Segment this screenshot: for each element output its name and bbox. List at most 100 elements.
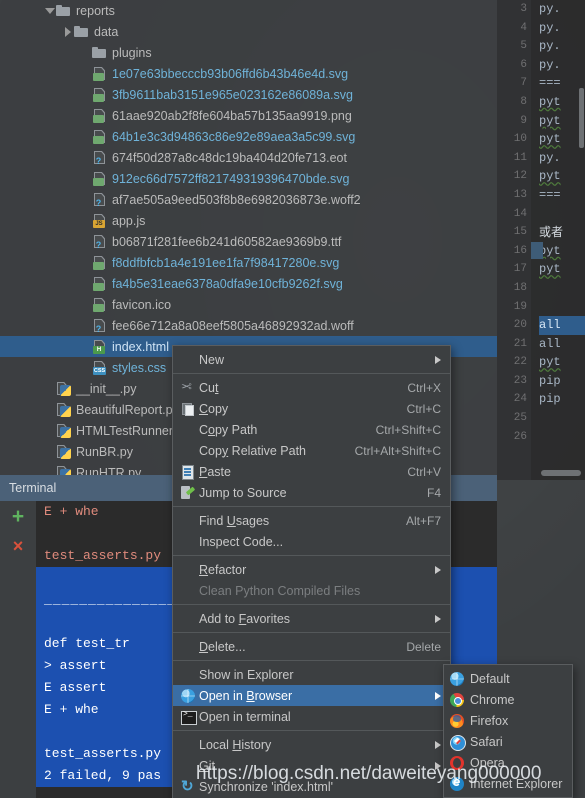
browser-item-safari[interactable]: Safari: [444, 731, 572, 752]
code-line[interactable]: [539, 428, 585, 447]
tree-row[interactable]: data: [0, 21, 497, 42]
file-context-menu[interactable]: New Cut Ctrl+X Copy Ctrl+C Copy Path Ctrl+Shif…: [172, 345, 451, 798]
menu-item-clean-python-compiled-files: Clean Python Compiled Files: [173, 580, 450, 601]
tree-row[interactable]: ? fee66e712a8a08eef5805a46892932ad.woff: [0, 315, 497, 336]
image-badge: [93, 94, 104, 102]
image-file-icon: [92, 87, 107, 102]
editor-horizontal-scrollbar[interactable]: [541, 470, 581, 476]
menu-item-shortcut: Ctrl+V: [407, 464, 441, 479]
tree-row[interactable]: fa4b5e31eae6378a0dfa9e10cfb9262f.svg: [0, 273, 497, 294]
menu-item-shortcut: Ctrl+Alt+Shift+C: [354, 443, 441, 458]
tree-row[interactable]: f8ddfbfcb1a4e191ee1fa7f98417280e.svg: [0, 252, 497, 273]
menu-item-copy-path[interactable]: Copy Path Ctrl+Shift+C: [173, 419, 450, 440]
browser-item-default[interactable]: Default: [444, 668, 572, 689]
submenu-arrow-icon: [435, 740, 441, 749]
ide-window: reports data plugins 1e07e63bbecccb93b06ffd…: [0, 0, 585, 798]
line-number: 17: [513, 263, 527, 276]
line-number: 3: [520, 3, 527, 15]
menu-item-delete[interactable]: Delete... Delete: [173, 636, 450, 657]
code-line[interactable]: [539, 298, 585, 317]
code-line[interactable]: all: [539, 335, 585, 354]
python-snake-glyph: [60, 385, 71, 396]
menu-item-open-in-terminal[interactable]: Open in terminal: [173, 706, 450, 727]
tree-row[interactable]: 912ec66d7572ff821749319396470bde.svg: [0, 168, 497, 189]
tree-row[interactable]: 64b1e3c3d94863c86e92e89aea3a5c99.svg: [0, 126, 497, 147]
tree-row[interactable]: JS app.js: [0, 210, 497, 231]
code-line[interactable]: py.: [539, 56, 585, 75]
editor-code-area[interactable]: py. py. py. py. === pyt pyt pyt py. pyt === 或者 pyt py…: [539, 0, 585, 480]
code-line[interactable]: pyt: [539, 242, 585, 261]
tree-row[interactable]: ? af7ae505a9eed503f8b8e6982036873e.woff2: [0, 189, 497, 210]
code-line[interactable]: pip: [539, 372, 585, 391]
menu-item-show-in-explorer[interactable]: Show in Explorer: [173, 664, 450, 685]
menu-item-cut[interactable]: Cut Ctrl+X: [173, 377, 450, 398]
chevron-down-icon[interactable]: [43, 4, 56, 17]
tree-row[interactable]: ? 674f50d287a8c48dc19ba404d20fe713.eot: [0, 147, 497, 168]
close-terminal-session-button[interactable]: ×: [0, 531, 36, 561]
open-in-browser-submenu[interactable]: Default Chrome Firefox Safari Opera Internet …: [443, 664, 573, 798]
code-line[interactable]: py.: [539, 19, 585, 38]
menu-item-label: Synchronize 'index.html': [199, 779, 334, 794]
code-line[interactable]: pyt: [539, 167, 585, 186]
chevron-right-icon[interactable]: [61, 25, 74, 38]
menu-item-copy-relative-path[interactable]: Copy Relative Path Ctrl+Alt+Shift+C: [173, 440, 450, 461]
menu-separator: [173, 730, 450, 731]
python-file-icon: [56, 381, 71, 396]
code-line[interactable]: [539, 409, 585, 428]
menu-item-label: Show in Explorer: [199, 667, 294, 682]
tree-row[interactable]: plugins: [0, 42, 497, 63]
code-line[interactable]: pyt: [539, 260, 585, 279]
line-number: 5: [520, 40, 527, 53]
menu-item-shortcut: Delete: [406, 639, 441, 654]
internet-explorer-icon: [449, 774, 466, 792]
menu-item-paste[interactable]: Paste Ctrl+V: [173, 461, 450, 482]
browser-item-chrome[interactable]: Chrome: [444, 689, 572, 710]
tree-row[interactable]: 3fb9611bab3151e965e023162e86089a.svg: [0, 84, 497, 105]
browser-item-firefox[interactable]: Firefox: [444, 710, 572, 731]
tree-row[interactable]: 1e07e63bbecccb93b06ffd6b43b46e4d.svg: [0, 63, 497, 84]
code-line[interactable]: [539, 279, 585, 298]
code-line[interactable]: ===: [539, 186, 585, 205]
menu-separator: [173, 373, 450, 374]
tree-row[interactable]: ? b06871f281fee6b241d60582ae9369b9.ttf: [0, 231, 497, 252]
menu-item-git[interactable]: Git: [173, 755, 450, 776]
menu-item-synchronize-index-html[interactable]: Synchronize 'index.html': [173, 776, 450, 797]
menu-item-copy[interactable]: Copy Ctrl+C: [173, 398, 450, 419]
menu-item-add-to-favorites[interactable]: Add to Favorites: [173, 608, 450, 629]
tree-row[interactable]: 61aae920ab2f8fe604ba57b135aa9919.png: [0, 105, 497, 126]
menu-item-find-usages[interactable]: Find Usages Alt+F7: [173, 510, 450, 531]
code-line[interactable]: all: [539, 316, 585, 335]
browser-item-label: Opera: [470, 755, 505, 770]
browser-item-opera[interactable]: Opera: [444, 752, 572, 773]
code-line[interactable]: py.: [539, 37, 585, 56]
code-line[interactable]: pyt: [539, 353, 585, 372]
browser-item-label: Firefox: [470, 713, 509, 728]
browser-item-internet-explorer[interactable]: Internet Explorer: [444, 773, 572, 794]
menu-item-local-history[interactable]: Local History: [173, 734, 450, 755]
menu-item-inspect-code[interactable]: Inspect Code...: [173, 531, 450, 552]
tree-row[interactable]: favicon.ico: [0, 294, 497, 315]
menu-icon-placeholder: [179, 611, 197, 627]
new-terminal-session-button[interactable]: +: [0, 501, 36, 531]
image-badge: [93, 115, 104, 123]
tree-item-label: 912ec66d7572ff821749319396470bde.svg: [112, 171, 350, 186]
menu-item-label: Jump to Source: [199, 485, 287, 500]
tree-row[interactable]: reports: [0, 0, 497, 21]
image-badge: [93, 73, 104, 81]
editor-pane[interactable]: 3 4 5 6 7 8 9 10 11 12 13 14 15 16 17 18 19 20 21 22 23 24 25 2…: [497, 0, 585, 480]
code-line[interactable]: py.: [539, 149, 585, 168]
menu-item-open-in-browser[interactable]: Open in Browser: [173, 685, 450, 706]
code-line[interactable]: pip: [539, 390, 585, 409]
code-line[interactable]: [539, 205, 585, 224]
menu-item-jump-to-source[interactable]: Jump to Source F4: [173, 482, 450, 503]
line-number: 23: [513, 374, 527, 387]
menu-item-new[interactable]: New: [173, 349, 450, 370]
code-line[interactable]: py.: [539, 0, 585, 19]
menu-item-refactor[interactable]: Refactor: [173, 559, 450, 580]
menu-icon-placeholder: [179, 667, 197, 683]
python-snake-glyph: [60, 406, 71, 417]
editor-vertical-scrollbar[interactable]: [579, 88, 584, 148]
code-line[interactable]: 或者: [539, 223, 585, 242]
